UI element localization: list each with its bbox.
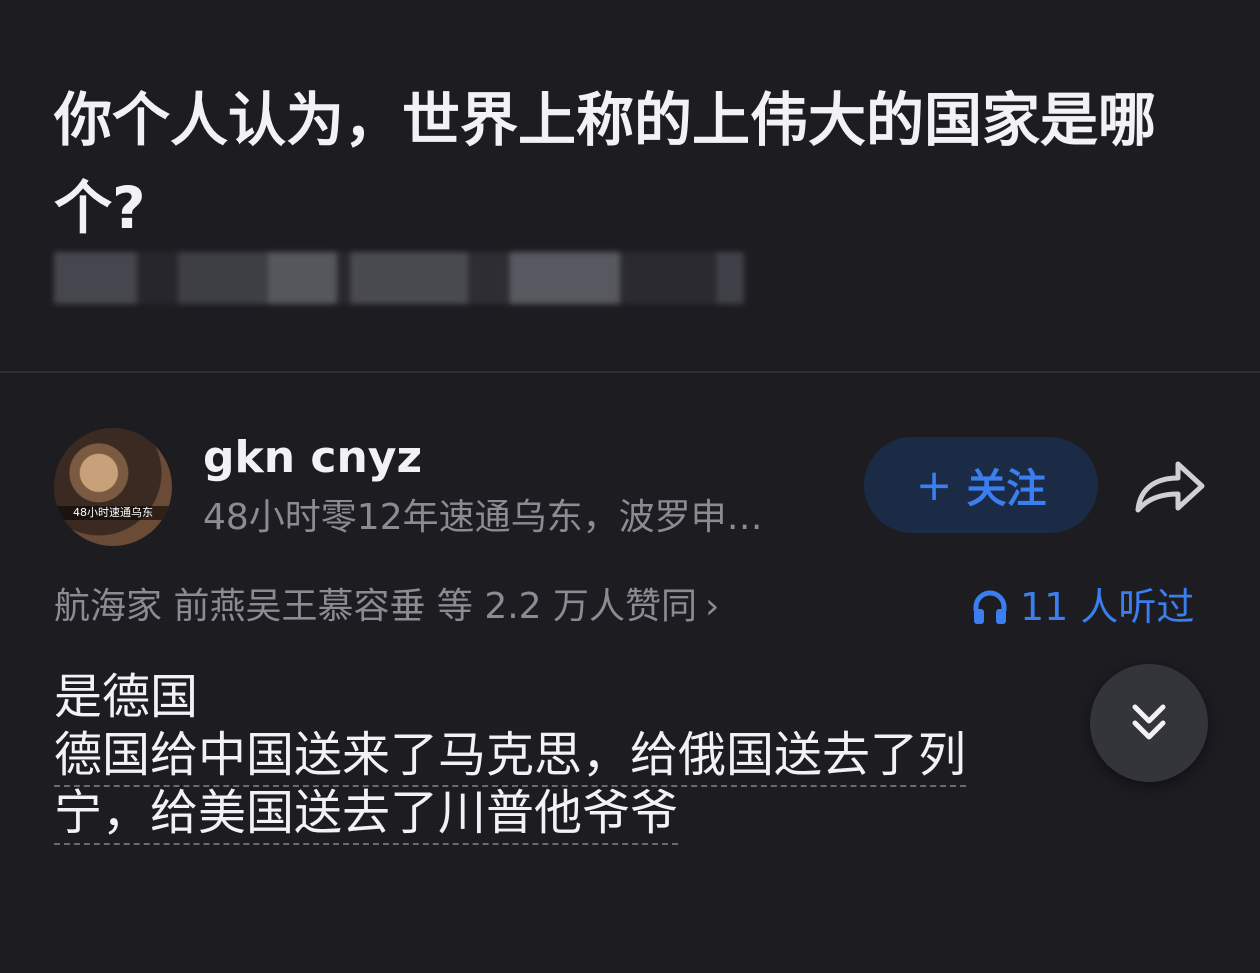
headphone-icon [973,590,1007,624]
answer-body[interactable]: 是德国 德国给中国送来了马克思，给俄国送去了列 宁，给美国送去了川普他爷爷 [54,668,1114,842]
question-title[interactable]: 你个人认为，世界上称的上伟大的国家是哪个? [54,76,1204,252]
upvote-text: 航海家 前燕吴王慕容垂 等 2.2 万人赞同 [54,586,698,627]
avatar[interactable]: 48小时速通乌东 [54,428,172,546]
answer-line-3: 宁，给美国送去了川普他爷爷 [54,785,679,841]
double-chevron-down-icon [1132,704,1166,740]
blurred-question-meta [54,252,744,304]
follow-button[interactable]: + 关注 [864,437,1098,533]
listened-text: 11 人听过 [1020,585,1195,629]
chevron-right-icon: › [705,586,720,627]
answer-line-2: 德国给中国送来了马克思，给俄国送去了列 [54,727,967,783]
author-bio: 48小时零12年速通乌东，波罗申… [203,497,763,538]
listened-count[interactable]: 11 人听过 [970,582,1194,632]
follow-label: 关注 [966,466,1047,512]
answer-page: 你个人认为，世界上称的上伟大的国家是哪个? 48小时速通乌东 gkn cnyz … [0,0,1260,973]
divider [0,371,1260,373]
plus-icon: + [915,459,953,511]
author-name[interactable]: gkn cnyz [203,430,422,486]
answer-line-1: 是德国 [54,669,199,725]
avatar-caption: 48小时速通乌东 [54,506,172,520]
collapse-button[interactable] [1090,664,1208,782]
upvote-summary[interactable]: 航海家 前燕吴王慕容垂 等 2.2 万人赞同 › [54,582,719,632]
share-icon[interactable] [1132,456,1208,516]
